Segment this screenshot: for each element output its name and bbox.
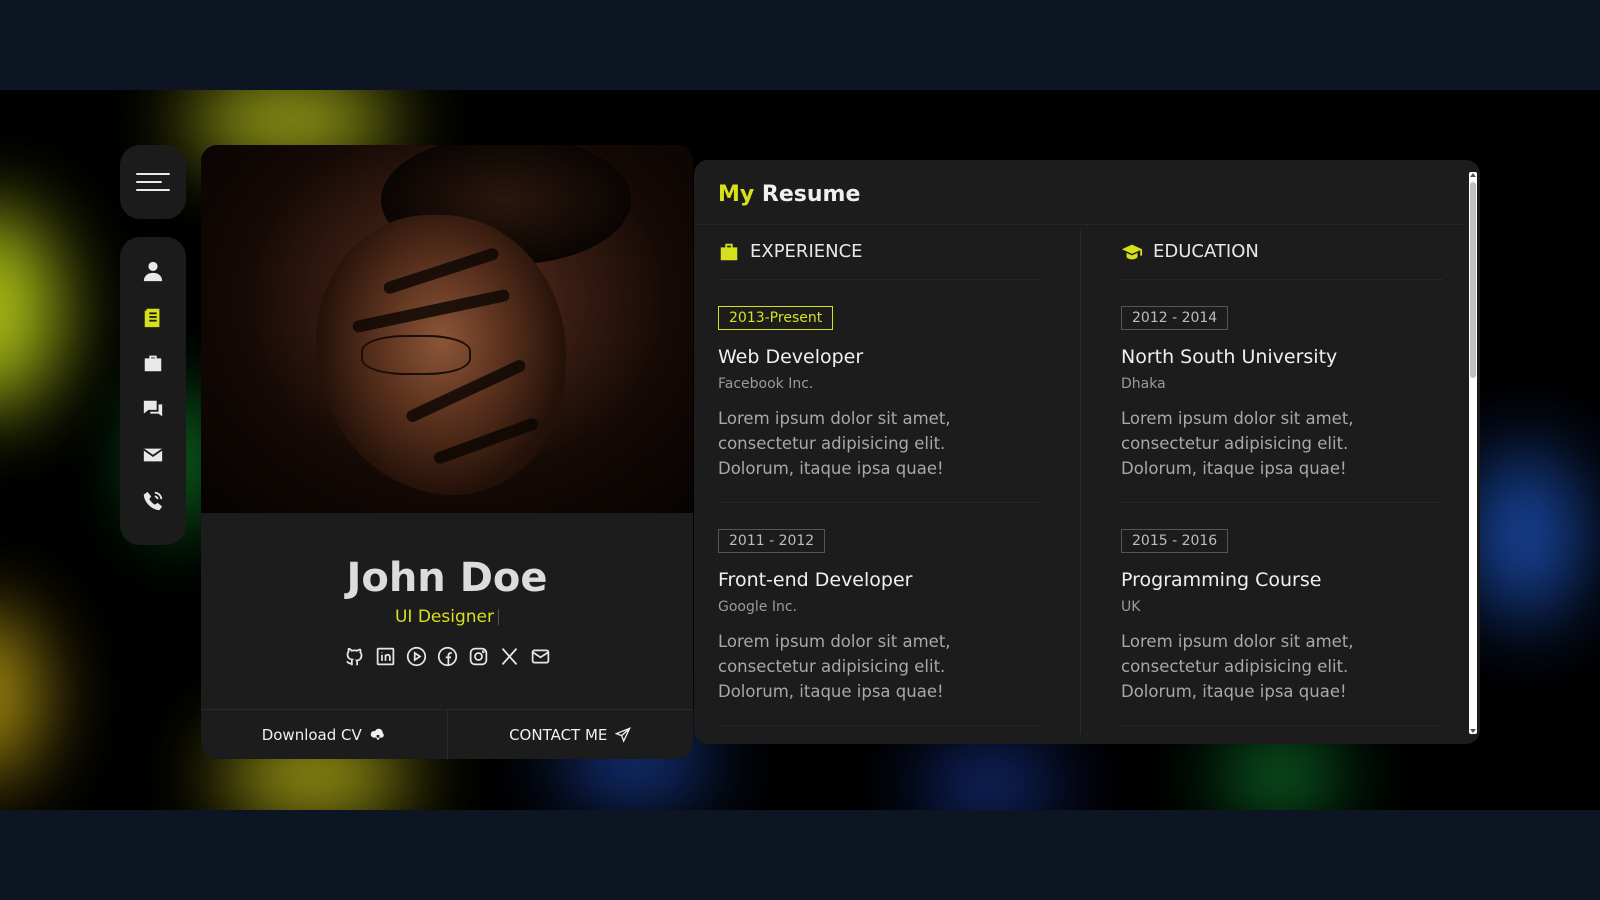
entry-org: UK bbox=[1121, 599, 1141, 615]
glow-blob bbox=[920, 750, 1060, 810]
send-icon bbox=[615, 726, 632, 743]
entry-description: Lorem ipsum dolor sit amet, consectetur … bbox=[1121, 409, 1354, 478]
contact-me-label: CONTACT ME bbox=[509, 725, 608, 744]
x-link[interactable] bbox=[498, 645, 520, 667]
profile-name: John Doe bbox=[346, 555, 548, 601]
sidebar-item-call[interactable] bbox=[140, 489, 166, 513]
menu-toggle-button[interactable] bbox=[120, 145, 186, 219]
resume-scrollbar[interactable] bbox=[1469, 172, 1477, 734]
instagram-icon bbox=[469, 647, 487, 665]
sidebar-item-portfolio[interactable] bbox=[140, 351, 166, 375]
envelope-icon bbox=[143, 448, 163, 462]
chat-icon bbox=[143, 400, 163, 417]
experience-heading-text: EXPERIENCE bbox=[750, 241, 863, 262]
facebook-icon bbox=[437, 646, 457, 666]
entry-description: Lorem ipsum dolor sit amet, consectetur … bbox=[718, 632, 951, 701]
resume-icon bbox=[144, 308, 160, 328]
scroll-thumb[interactable] bbox=[1470, 182, 1476, 378]
mail-link[interactable] bbox=[529, 645, 551, 667]
entry-title: Web Developer bbox=[718, 346, 864, 368]
hamburger-icon bbox=[136, 173, 170, 191]
sidebar-nav bbox=[120, 237, 186, 545]
education-heading-text: EDUCATION bbox=[1153, 241, 1259, 262]
entry-org: Dhaka bbox=[1121, 376, 1166, 392]
github-link[interactable] bbox=[343, 645, 365, 667]
profile-role: UI Designer bbox=[201, 607, 693, 627]
period-badge: 2011 - 2012 bbox=[718, 529, 826, 553]
sidebar-item-blog[interactable] bbox=[140, 397, 166, 421]
linkedin-link[interactable] bbox=[374, 645, 396, 667]
briefcase-icon bbox=[144, 355, 162, 372]
profile-role-text: UI Designer bbox=[394, 607, 494, 627]
sidebar-item-contact[interactable] bbox=[140, 443, 166, 467]
profile-actions: Download CV CONTACT ME bbox=[201, 709, 693, 759]
entry-org: Facebook Inc. bbox=[718, 376, 814, 392]
scroll-up-arrow[interactable] bbox=[1470, 173, 1476, 177]
download-cv-button[interactable]: Download CV bbox=[201, 710, 447, 759]
profile-photo bbox=[201, 145, 693, 513]
period-badge: 2015 - 2016 bbox=[1121, 529, 1229, 553]
education-heading: EDUCATION bbox=[1121, 224, 1443, 280]
education-column: EDUCATION 2012 - 2014 North South Univer… bbox=[1121, 224, 1443, 726]
graduation-cap-icon bbox=[1121, 244, 1143, 259]
instagram-link[interactable] bbox=[467, 645, 489, 667]
resume-title-rest: Resume bbox=[761, 182, 861, 207]
education-item: 2012 - 2014 North South University Dhaka… bbox=[1121, 280, 1443, 503]
entry-description: Lorem ipsum dolor sit amet, consectetur … bbox=[1121, 632, 1354, 701]
glow-blob bbox=[0, 610, 40, 780]
entry-title: Front-end Developer bbox=[718, 569, 913, 591]
briefcase-icon bbox=[720, 243, 738, 260]
entry-title: Programming Course bbox=[1121, 569, 1322, 591]
resume-title-accent: My bbox=[718, 182, 755, 207]
x-icon bbox=[501, 647, 517, 665]
download-cv-label: Download CV bbox=[261, 725, 362, 744]
glow-blob bbox=[1220, 740, 1340, 810]
profile-card: John Doe UI Designer Download CV CONTACT… bbox=[201, 145, 693, 759]
experience-item: 2011 - 2012 Front-end Developer Google I… bbox=[718, 503, 1040, 726]
experience-heading: EXPERIENCE bbox=[718, 224, 1040, 280]
mail-icon bbox=[531, 649, 549, 663]
facebook-link[interactable] bbox=[436, 645, 458, 667]
glow-blob bbox=[1470, 450, 1580, 620]
entry-title: North South University bbox=[1121, 346, 1338, 368]
resume-title: My Resume bbox=[718, 182, 860, 207]
entry-description: Lorem ipsum dolor sit amet, consectetur … bbox=[718, 409, 951, 478]
scroll-down-arrow[interactable] bbox=[1470, 729, 1476, 733]
phone-icon bbox=[143, 491, 163, 511]
user-icon bbox=[143, 261, 163, 282]
resume-panel: My Resume EXPERIENCE 2013-Present Web De… bbox=[694, 160, 1480, 744]
column-divider bbox=[1080, 230, 1081, 734]
glow-blob bbox=[0, 210, 60, 410]
sidebar-item-about[interactable] bbox=[140, 259, 166, 283]
social-links bbox=[201, 645, 693, 667]
cloud-download-icon bbox=[370, 728, 384, 740]
experience-column: EXPERIENCE 2013-Present Web Developer Fa… bbox=[718, 224, 1040, 726]
period-badge: 2013-Present bbox=[718, 306, 834, 330]
dribbble-icon bbox=[406, 646, 426, 666]
experience-item: 2013-Present Web Developer Facebook Inc.… bbox=[718, 280, 1040, 503]
entry-org: Google Inc. bbox=[718, 599, 797, 615]
contact-me-button[interactable]: CONTACT ME bbox=[446, 710, 694, 759]
sidebar-item-resume[interactable] bbox=[140, 305, 166, 329]
github-icon bbox=[345, 647, 362, 665]
period-badge: 2012 - 2014 bbox=[1121, 306, 1229, 330]
linkedin-icon bbox=[376, 647, 394, 665]
typing-caret bbox=[498, 609, 499, 625]
education-item: 2015 - 2016 Programming Course UK Lorem … bbox=[1121, 503, 1443, 726]
dribbble-link[interactable] bbox=[405, 645, 427, 667]
